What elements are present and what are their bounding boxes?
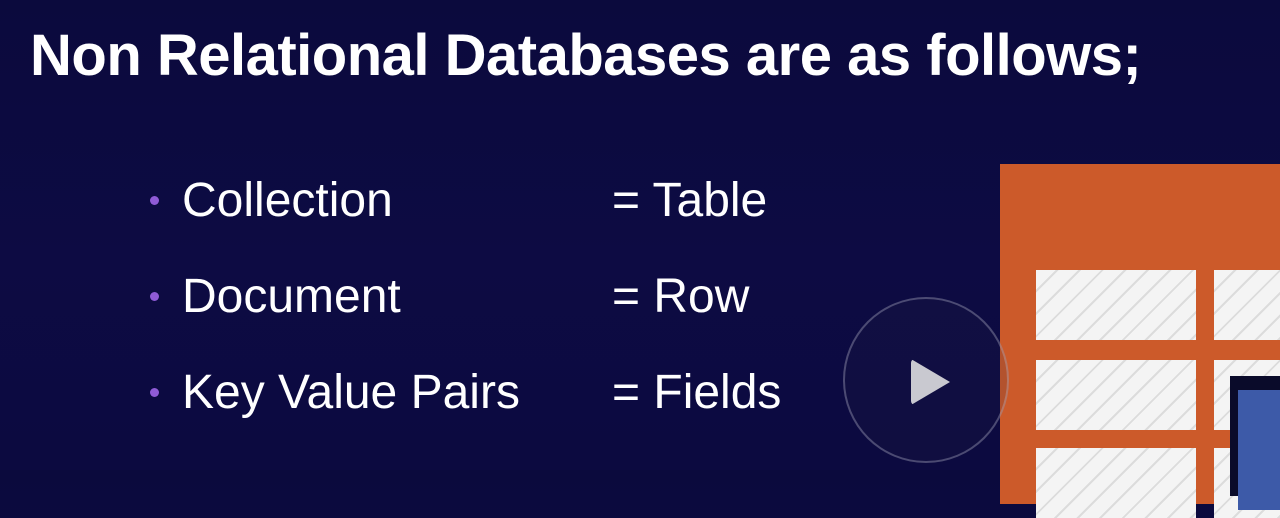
- document-card-illustration: [1230, 376, 1280, 510]
- bullet-equivalent-row: = Row: [612, 269, 750, 323]
- bullet-dot: [150, 195, 159, 205]
- play-icon[interactable]: [911, 359, 950, 405]
- document-card-face: [1238, 390, 1280, 510]
- bullet-equivalent-fields: = Fields: [612, 365, 782, 419]
- table-cell: [1214, 270, 1280, 340]
- list-item: Document = Row: [150, 248, 781, 344]
- table-cell: [1036, 270, 1196, 340]
- table-cell: [1036, 360, 1196, 430]
- bullet-dot: [150, 387, 159, 397]
- bullet-term-collection: Collection: [182, 173, 393, 227]
- table-cell: [1036, 448, 1196, 518]
- slide-title: Non Relational Databases are as follows;: [30, 23, 1142, 88]
- play-button[interactable]: [843, 297, 1009, 463]
- bullet-equivalent-table: = Table: [612, 173, 768, 227]
- bullet-list: Collection = Table Document = Row Key Va…: [150, 152, 781, 440]
- bullet-dot: [150, 291, 159, 301]
- list-item: Key Value Pairs = Fields: [150, 344, 781, 440]
- bullet-term-document: Document: [182, 269, 401, 323]
- list-item: Collection = Table: [150, 152, 781, 248]
- bullet-term-key-value-pairs: Key Value Pairs: [182, 365, 520, 419]
- slide: Non Relational Databases are as follows;…: [0, 0, 1280, 518]
